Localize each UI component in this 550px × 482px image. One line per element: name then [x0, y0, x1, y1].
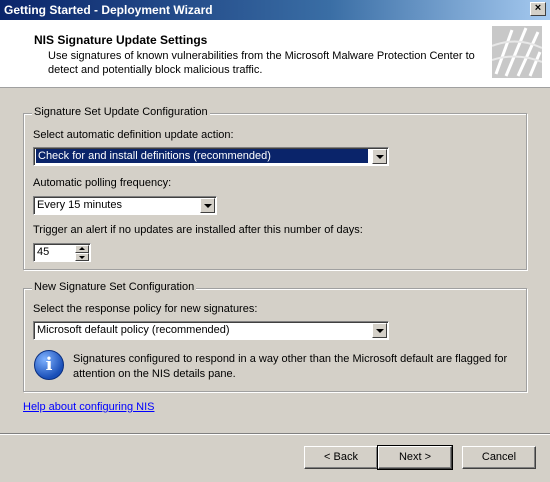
next-button[interactable]: Next >: [377, 445, 453, 470]
back-button[interactable]: < Back: [304, 446, 378, 469]
footer-divider: [0, 433, 550, 435]
response-policy-label: Select the response policy for new signa…: [33, 303, 258, 315]
chevron-down-icon[interactable]: [372, 323, 387, 338]
info-icon: i: [34, 350, 64, 380]
window-title: Getting Started - Deployment Wizard: [4, 3, 213, 17]
page-description: Use signatures of known vulnerabilities …: [48, 50, 475, 76]
wizard-graphic-icon: [492, 26, 542, 78]
help-link[interactable]: Help about configuring NIS: [23, 401, 154, 413]
cancel-button[interactable]: Cancel: [462, 446, 536, 469]
chevron-down-icon[interactable]: [372, 149, 387, 164]
update-action-select[interactable]: Check for and install definitions (recom…: [33, 147, 389, 166]
info-message: Signatures configured to respond in a wa…: [73, 353, 508, 380]
chevron-down-icon[interactable]: [200, 198, 215, 213]
response-policy-select[interactable]: Microsoft default policy (recommended): [33, 321, 389, 340]
update-action-value: Check for and install definitions (recom…: [36, 149, 368, 163]
response-policy-value: Microsoft default policy (recommended): [37, 324, 230, 336]
polling-frequency-select[interactable]: Every 15 minutes: [33, 196, 217, 215]
title-bar: Getting Started - Deployment Wizard ×: [0, 0, 550, 20]
wizard-header: NIS Signature Update Settings Use signat…: [0, 20, 550, 88]
group-legend: New Signature Set Configuration: [32, 281, 197, 293]
alert-days-value: 45: [37, 246, 50, 258]
page-title: NIS Signature Update Settings: [34, 33, 208, 47]
spin-down-icon[interactable]: [75, 253, 89, 261]
spin-up-icon[interactable]: [75, 245, 89, 253]
alert-days-stepper[interactable]: 45: [33, 243, 91, 262]
close-button[interactable]: ×: [530, 2, 546, 16]
polling-frequency-label: Automatic polling frequency:: [33, 177, 172, 189]
alert-days-label: Trigger an alert if no updates are insta…: [33, 224, 363, 236]
polling-frequency-value: Every 15 minutes: [37, 199, 122, 211]
group-legend: Signature Set Update Configuration: [32, 106, 210, 118]
update-action-label: Select automatic definition update actio…: [33, 129, 234, 141]
